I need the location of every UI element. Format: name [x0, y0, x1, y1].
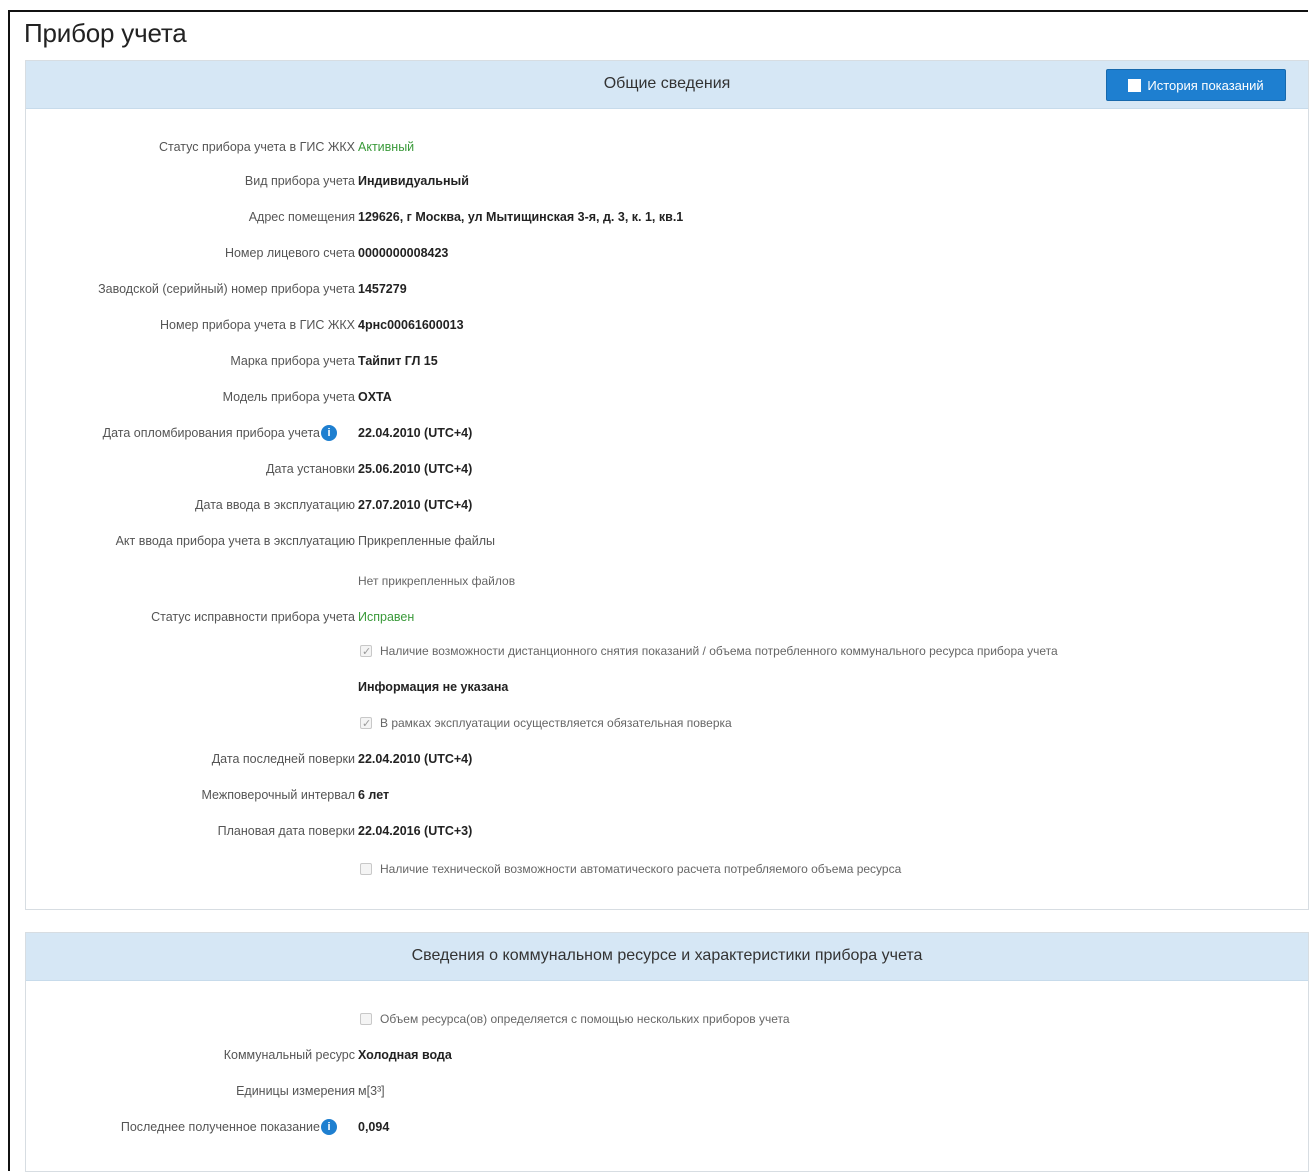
last-verification-label: Дата последней поверки — [211, 752, 355, 766]
multi-device-checkbox[interactable] — [360, 1013, 372, 1025]
install-date-row: Дата установки 25.06.2010 (UTC+4) — [26, 459, 1310, 479]
resource-value: Холодная вода — [358, 1048, 452, 1062]
last-reading-row: Последнее полученное показание i 0,094 — [26, 1117, 1310, 1137]
serial-value: 1457279 — [358, 282, 407, 296]
status-label: Статус прибора учета в ГИС ЖКХ — [158, 140, 355, 154]
brand-label: Марка прибора учета — [230, 354, 355, 368]
auto-calc-label: Наличие технической возможности автомати… — [380, 862, 902, 876]
kind-label: Вид прибора учета — [244, 174, 355, 188]
last-verification-row: Дата последней поверки 22.04.2010 (UTC+4… — [26, 749, 1310, 769]
mandatory-verification-row: В рамках эксплуатации осуществляется обя… — [26, 713, 1310, 734]
no-files-row: Нет прикрепленных файлов — [26, 571, 1310, 591]
unit-value: м[3³] — [358, 1084, 385, 1098]
install-date-label: Дата установки — [266, 462, 355, 476]
account-label: Номер лицевого счета — [224, 246, 355, 260]
interval-label: Межповерочный интервал — [201, 788, 355, 802]
page-title: Прибор учета — [24, 18, 187, 48]
address-row: Адрес помещения 129626, г Москва, ул Мыт… — [26, 207, 1310, 227]
resource-row: Коммунальный ресурс Холодная вода — [26, 1045, 1310, 1065]
planned-verification-label: Плановая дата поверки — [217, 824, 355, 838]
last-reading-value: 0,094 — [358, 1120, 390, 1134]
remote-reading-checkbox[interactable] — [360, 642, 372, 662]
commission-date-value: 27.07.2010 (UTC+4) — [358, 498, 473, 512]
resource-header: Сведения о коммунальном ресурсе и характ… — [26, 933, 1308, 981]
resource-label: Коммунальный ресурс — [223, 1048, 355, 1062]
multi-device-label: Объем ресурса(ов) определяется с помощью… — [380, 1012, 790, 1026]
planned-verification-value: 22.04.2016 (UTC+3) — [358, 824, 473, 838]
remote-reading-label: Наличие возможности дистанционного сняти… — [380, 644, 1058, 658]
resource-title: Сведения о коммунальном ресурсе и характ… — [411, 947, 923, 964]
install-date-value: 25.06.2010 (UTC+4) — [358, 462, 473, 476]
unit-label: Единицы измерения — [236, 1084, 355, 1098]
health-label: Статус исправности прибора учета — [151, 610, 355, 624]
general-info-header: Общие сведения История показаний — [26, 61, 1308, 109]
model-row: Модель прибора учета OXTA — [26, 387, 1310, 407]
mandatory-verification-label: В рамках эксплуатации осуществляется обя… — [380, 716, 732, 730]
auto-calc-row: Наличие технической возможности автомати… — [26, 859, 1310, 879]
info-circle-icon[interactable]: i — [321, 425, 337, 441]
serial-label: Заводской (серийный) номер прибора учета — [98, 282, 355, 296]
health-row: Статус исправности прибора учета Исправе… — [26, 607, 1310, 627]
page-frame: Прибор учета Общие сведения История пока… — [8, 10, 1309, 1172]
no-files-text: Нет прикрепленных файлов — [358, 574, 516, 588]
info-circle-icon[interactable]: i — [321, 1119, 337, 1135]
mandatory-verification-checkbox[interactable] — [360, 714, 372, 734]
account-row: Номер лицевого счета 0000000008423 — [26, 243, 1310, 263]
kind-value: Индивидуальный — [358, 174, 469, 188]
unit-row: Единицы измерения м[3³] — [26, 1081, 1310, 1101]
commission-date-row: Дата ввода в эксплуатацию 27.07.2010 (UT… — [26, 495, 1310, 515]
gis-number-value: 4рнс00061600013 — [358, 318, 464, 332]
brand-row: Марка прибора учета Тайпит ГЛ 15 — [26, 351, 1310, 371]
remote-reading-row: Наличие возможности дистанционного сняти… — [26, 641, 1310, 662]
address-label: Адрес помещения — [248, 210, 355, 224]
serial-row: Заводской (серийный) номер прибора учета… — [26, 279, 1310, 299]
health-value: Исправен — [358, 610, 415, 624]
kind-row: Вид прибора учета Индивидуальный — [26, 171, 1310, 191]
interval-row: Межповерочный интервал 6 лет — [26, 785, 1310, 805]
address-value: 129626, г Москва, ул Мытищинская 3-я, д.… — [358, 210, 684, 224]
multi-device-row: Объем ресурса(ов) определяется с помощью… — [26, 1009, 1310, 1029]
model-value: OXTA — [358, 390, 392, 404]
info-not-specified: Информация не указана — [358, 680, 509, 694]
info-not-specified-row: Информация не указана — [26, 677, 1310, 697]
sealing-date-value: 22.04.2010 (UTC+4) — [358, 426, 473, 440]
readings-history-label: История показаний — [1147, 77, 1264, 93]
auto-calc-checkbox[interactable] — [360, 863, 372, 875]
last-verification-value: 22.04.2010 (UTC+4) — [358, 752, 473, 766]
commission-date-label: Дата ввода в эксплуатацию — [195, 498, 355, 512]
status-row: Статус прибора учета в ГИС ЖКХ Активный — [26, 137, 1310, 157]
last-reading-label: Последнее полученное показание — [120, 1120, 320, 1134]
model-label: Модель прибора учета — [222, 390, 355, 404]
general-info-panel: Общие сведения История показаний Статус … — [25, 60, 1309, 910]
brand-value: Тайпит ГЛ 15 — [358, 354, 438, 368]
sealing-date-label: Дата опломбирования прибора учета — [102, 426, 320, 440]
resource-panel: Сведения о коммунальном ресурсе и характ… — [25, 932, 1309, 1172]
commission-act-label: Акт ввода прибора учета в эксплуатацию — [115, 534, 355, 548]
gis-number-label: Номер прибора учета в ГИС ЖКХ — [160, 318, 355, 332]
interval-value: 6 лет — [358, 788, 390, 802]
planned-verification-row: Плановая дата поверки 22.04.2016 (UTC+3) — [26, 821, 1310, 841]
commission-act-value: Прикрепленные файлы — [358, 534, 496, 548]
table-icon — [1128, 78, 1142, 92]
sealing-date-row: Дата опломбирования прибора учета i 22.0… — [26, 423, 1310, 443]
account-value: 0000000008423 — [358, 246, 449, 260]
gis-number-row: Номер прибора учета в ГИС ЖКХ 4рнс000616… — [26, 315, 1310, 335]
status-value: Активный — [358, 140, 415, 154]
readings-history-button[interactable]: История показаний — [1106, 69, 1286, 101]
commission-act-row: Акт ввода прибора учета в эксплуатацию П… — [26, 531, 1310, 551]
